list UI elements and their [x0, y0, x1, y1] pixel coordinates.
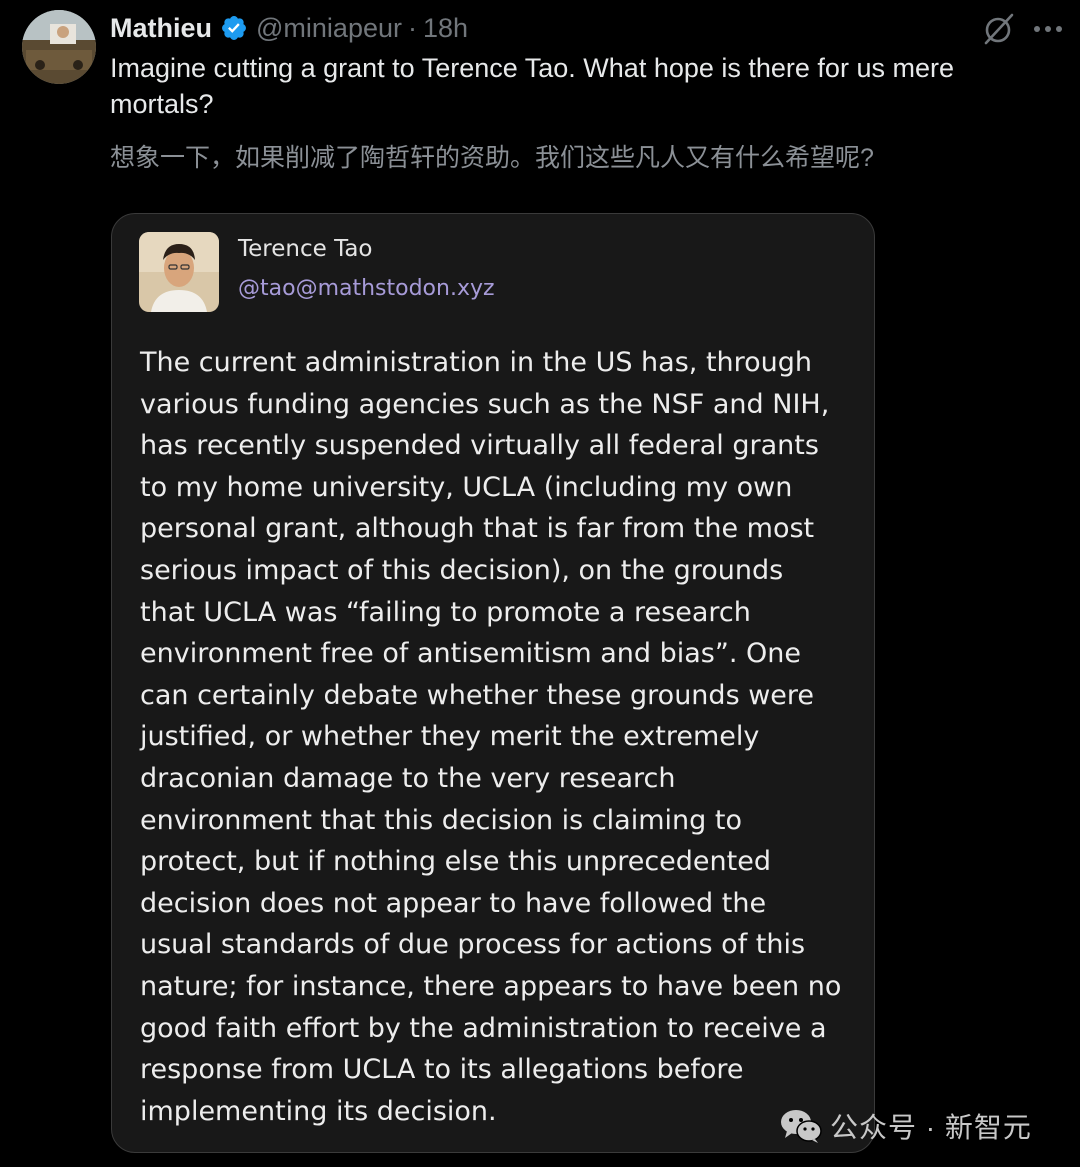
- grok-icon[interactable]: [982, 12, 1016, 46]
- quote-body-line: draconian damage to the very research: [140, 762, 676, 794]
- verified-badge-icon: [222, 16, 246, 40]
- avatar-image: [22, 10, 96, 84]
- tweet-translation: 想象一下，如果削减了陶哲轩的资助。我们这些凡人又有什么希望呢?: [110, 144, 874, 172]
- quote-body-line: The current administration in the US has…: [140, 347, 813, 378]
- quote-author-avatar[interactable]: [139, 232, 219, 312]
- author-avatar[interactable]: [22, 10, 96, 84]
- quote-author-name[interactable]: Terence Tao: [238, 236, 373, 262]
- author-handle[interactable]: @miniapeur: [256, 13, 402, 44]
- author-display-name[interactable]: Mathieu: [110, 13, 212, 44]
- more-icon[interactable]: [1032, 14, 1064, 44]
- quote-body-line: to my home university, UCLA (including m…: [140, 471, 793, 503]
- quote-author-handle[interactable]: @tao@mathstodon.xyz: [238, 276, 495, 301]
- quote-body-line: decision does not appear to have followe…: [140, 887, 767, 919]
- quote-body-line: has recently suspended virtually all fed…: [140, 430, 819, 462]
- quote-body-line: protect, but if nothing else this unprec…: [140, 846, 771, 878]
- quote-body-line: that UCLA was “failing to promote a rese…: [140, 596, 751, 628]
- quote-body-line: various funding agencies such as the NSF…: [140, 388, 830, 420]
- tweet-text: Imagine cutting a grant to Terence Tao. …: [110, 53, 954, 119]
- quote-body-line: environment free of antisemitism and bia…: [140, 638, 801, 670]
- watermark-text: 公众号 · 新智元: [830, 1112, 1032, 1143]
- quoted-post-card[interactable]: Terence Tao @tao@mathstodon.xyz The curr…: [111, 213, 875, 1153]
- quote-body-line: nature; for instance, there appears to h…: [140, 970, 842, 1002]
- quote-body-line: environment that this decision is claimi…: [140, 804, 742, 836]
- quote-body-line: serious impact of this decision), on the…: [140, 554, 784, 586]
- meta-separator: ·: [407, 12, 417, 43]
- quote-body-line: implementing its decision.: [140, 1095, 497, 1127]
- quote-avatar-image: [139, 232, 219, 312]
- tweet-header: Mathieu @miniapeur · 18h: [110, 8, 468, 48]
- quote-body-text: The current administration in the US has…: [140, 342, 852, 1132]
- quote-body-line: justified, or whether they merit the ext…: [140, 721, 760, 753]
- quote-body-line: usual standards of due process for actio…: [140, 929, 806, 961]
- wechat-icon: [781, 1110, 822, 1143]
- quote-body-line: personal grant, although that is far fro…: [140, 513, 815, 545]
- quote-body-line: can certainly debate whether these groun…: [140, 679, 815, 711]
- wechat-watermark: 公众号 · 新智元: [780, 1106, 1032, 1146]
- tweet-timestamp[interactable]: 18h: [423, 13, 468, 44]
- quote-body-line: good faith effort by the administration …: [140, 1012, 827, 1044]
- quote-body-line: response from UCLA to its allegations be…: [140, 1054, 744, 1086]
